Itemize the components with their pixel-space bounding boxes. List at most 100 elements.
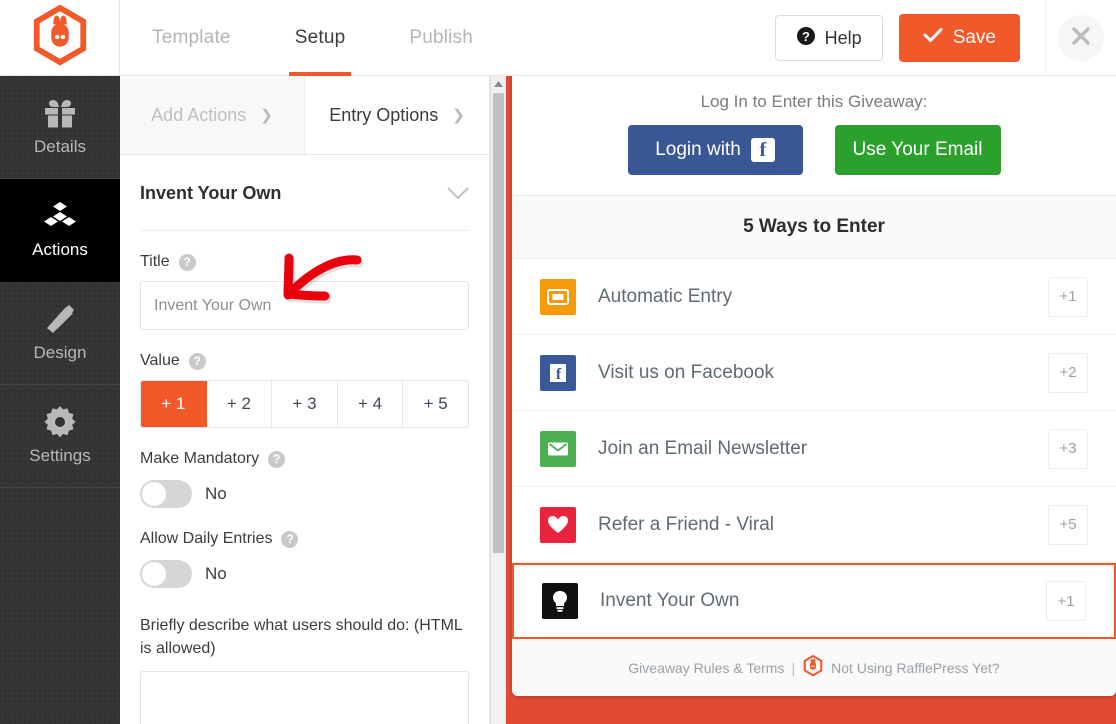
help-button[interactable]: ? Help [774, 15, 883, 61]
blocks-icon [43, 201, 77, 232]
subtab-entry-options-label: Entry Options [329, 104, 439, 125]
help-button-label: Help [824, 27, 862, 48]
app-logo[interactable] [0, 0, 120, 76]
sidebar-item-design-label: Design [33, 342, 87, 362]
sidebar-item-design[interactable]: Design [0, 282, 120, 385]
envelope-icon [540, 430, 576, 467]
value-option-3-label: + 3 [292, 394, 317, 413]
entry-label-refer-a-friend-viral: Refer a Friend - Viral [598, 513, 774, 535]
make-mandatory-toggle[interactable] [140, 480, 192, 508]
rafflepress-giveaway-builder: Template Setup Publish ? Help Save Detai… [0, 0, 1116, 724]
subtab-add-actions-label: Add Actions [151, 104, 247, 125]
sidebar-item-details-label: Details [34, 136, 86, 156]
gift-icon [43, 98, 77, 129]
scrollbar-thumb[interactable] [493, 93, 504, 553]
sidebar-item-settings[interactable]: Settings [0, 385, 120, 488]
entry-label-visit-us-on-facebook: Visit us on Facebook [598, 361, 775, 383]
check-icon [923, 27, 943, 49]
subtab-add-actions[interactable]: Add Actions ❯ [120, 76, 305, 154]
left-nav-rail: Details Actions Design Settings [0, 76, 120, 724]
value-option-5[interactable]: + 5 [403, 381, 468, 427]
save-button-label: Save [952, 27, 996, 48]
title-help-question-mark-icon[interactable]: ? [178, 253, 196, 271]
entry-points-visit-us-on-facebook: +2 [1048, 352, 1088, 393]
entry-points-automatic-entry: +1 [1048, 276, 1088, 317]
panel-scrollbar[interactable] [490, 76, 506, 724]
value-help-question-mark-icon[interactable]: ? [188, 352, 206, 370]
close-button[interactable] [1058, 15, 1104, 61]
tab-publish[interactable]: Publish [377, 0, 505, 76]
use-your-email-label: Use Your Email [852, 139, 983, 160]
tab-setup-label: Setup [294, 27, 346, 48]
sidebar-item-details[interactable]: Details [0, 76, 120, 179]
chevron-right-icon: ❯ [260, 107, 273, 124]
rabbit-hexagon-logo-icon [29, 4, 91, 72]
rafflepress-promo-link[interactable]: Not Using RafflePress Yet? [831, 660, 1000, 676]
entry-row-automatic-entry[interactable]: Automatic Entry +1 [512, 259, 1116, 335]
login-with-facebook-button[interactable]: Login with f [627, 125, 803, 175]
pencil-ruler-icon [43, 304, 77, 335]
allow-daily-entries-help-question-mark-icon[interactable]: ? [281, 530, 299, 548]
action-section-header[interactable]: Invent Your Own [140, 155, 469, 231]
tab-template[interactable]: Template [120, 0, 263, 76]
title-input[interactable] [140, 281, 469, 330]
entry-label-automatic-entry: Automatic Entry [598, 285, 733, 307]
sidebar-item-actions[interactable]: Actions [0, 179, 120, 282]
subtab-entry-options[interactable]: Entry Options ❯ [305, 76, 489, 154]
allow-daily-entries-label: Allow Daily Entries ? [140, 530, 469, 548]
facebook-icon: f [750, 138, 775, 162]
make-mandatory-row: No [140, 480, 469, 508]
title-label-text: Title [140, 253, 170, 270]
save-button[interactable]: Save [898, 14, 1020, 62]
make-mandatory-label: Make Mandatory ? [140, 450, 469, 468]
value-option-1-label: + 1 [161, 394, 186, 413]
value-option-2[interactable]: + 2 [206, 381, 273, 427]
entry-row-join-an-email-newsletter[interactable]: Join an Email Newsletter +3 [512, 411, 1116, 487]
footer-separator: | [791, 659, 796, 676]
tab-template-label: Template [152, 27, 231, 48]
tab-publish-label: Publish [409, 27, 474, 48]
value-option-4-label: + 4 [358, 394, 383, 413]
action-section-title: Invent Your Own [140, 183, 282, 203]
make-mandatory-label-text: Make Mandatory [140, 450, 260, 467]
widget-footer: Giveaway Rules & Terms | Not Using Raffl… [512, 639, 1116, 696]
login-buttons: Login with f Use Your Email [512, 125, 1116, 175]
entry-points-refer-a-friend-viral: +5 [1048, 504, 1088, 545]
allow-daily-entries-toggle[interactable] [140, 560, 192, 588]
chevron-down-icon: ❯ [452, 107, 465, 124]
use-your-email-button[interactable]: Use Your Email [834, 125, 1001, 175]
entry-row-invent-your-own[interactable]: Invent Your Own +1 [512, 563, 1116, 639]
value-option-1[interactable]: + 1 [141, 381, 207, 427]
description-textarea[interactable] [140, 671, 469, 724]
lightbulb-icon [542, 583, 578, 619]
scrollbar-up-arrow-icon[interactable] [491, 76, 506, 92]
value-field-label: Value ? [140, 352, 469, 370]
value-option-3[interactable]: + 3 [272, 381, 338, 427]
entry-row-visit-us-on-facebook[interactable]: f Visit us on Facebook +2 [512, 335, 1116, 411]
panel-subtabs: Add Actions ❯ Entry Options ❯ [120, 76, 489, 155]
title-field-label: Title ? [140, 253, 469, 271]
ways-to-enter-heading: 5 Ways to Enter [512, 196, 1116, 259]
section-collapse-chevron-down-icon[interactable] [447, 184, 469, 204]
giveaway-rules-link[interactable]: Giveaway Rules & Terms [628, 660, 784, 676]
ticket-icon [540, 278, 576, 315]
make-mandatory-state: No [205, 484, 227, 503]
tab-setup[interactable]: Setup [263, 0, 378, 76]
login-prompt: Log In to Enter this Giveaway: [700, 92, 928, 111]
make-mandatory-help-question-mark-icon[interactable]: ? [268, 450, 286, 468]
entry-label-join-an-email-newsletter: Join an Email Newsletter [598, 437, 808, 459]
login-with-facebook-label: Login with [655, 139, 741, 160]
value-option-4[interactable]: + 4 [337, 381, 404, 427]
value-button-group: + 1 + 2 + 3 + 4 + 5 [140, 380, 469, 428]
entry-row-refer-a-friend-viral[interactable]: Refer a Friend - Viral +5 [512, 487, 1116, 563]
question-circle-icon: ? [796, 26, 816, 51]
value-option-2-label: + 2 [226, 394, 251, 413]
gear-icon [44, 406, 76, 438]
value-label-text: Value [140, 352, 180, 369]
login-block: Log In to Enter this Giveaway: Login wit… [512, 76, 1116, 196]
description-field-label: Briefly describe what users should do: (… [140, 617, 463, 658]
giveaway-preview: Log In to Enter this Giveaway: Login wit… [506, 76, 1116, 724]
close-button-cell [1045, 0, 1116, 76]
svg-text:?: ? [802, 29, 810, 44]
facebook-icon: f [540, 354, 576, 391]
